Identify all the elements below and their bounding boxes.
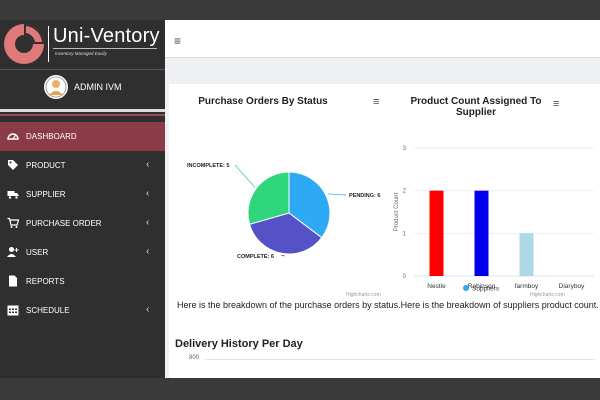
tag-icon [8,160,18,170]
y-tick-label: 0 [403,274,407,280]
x-tick-label: Diaryboy [559,283,585,290]
delivery-history-card: Delivery History Per Day 800 [169,334,600,378]
pie-data-label: PENDING: 6 [349,193,380,199]
sidebar-item-label: PURCHASE ORDER [26,219,102,228]
sidebar-item-product[interactable]: PRODUCT ‹ [0,151,165,180]
window-bottom-bar [0,378,600,400]
pie-data-label: COMPLETE: 6 [237,254,274,260]
charts-caption: Here is the breakdown of the purchase or… [177,300,599,310]
y-tick-label: 800 [189,355,200,361]
hamburger-icon[interactable]: ≡ [174,34,181,48]
legend-label[interactable]: Suppliers [472,286,500,293]
brand: Uni-Ventory Inventory Managed Easily [0,20,165,68]
x-tick-label: farmboy [515,283,539,290]
pie-connector [327,193,347,196]
chevron-left-icon: ‹ [146,246,150,257]
y-tick-label: 1 [403,231,407,237]
user-name[interactable]: ADMIN IVM [74,82,122,92]
gridline [205,359,595,360]
bar-chart: 0123Product CountNestle Robinson farmboy Di… [394,146,594,293]
bar-robinson[interactable] [474,190,489,276]
chevron-left-icon: ‹ [146,217,150,228]
logo-icon [4,24,44,64]
sidebar-item-schedule[interactable]: SCHEDULE ‹ [0,296,165,325]
main-content: ≡ Purchase Orders By Status ≡ PENDING: 6… [165,20,600,378]
cart-icon [7,217,19,228]
avatar-icon [44,75,68,99]
pie-connector [234,164,255,188]
truck-icon [7,191,19,199]
sidebar-item-label: PRODUCT [26,161,66,170]
chart-credits[interactable]: Highcharts.com [530,292,565,298]
brand-divider [48,26,49,62]
app-name: Uni-Ventory [53,25,160,47]
y-tick-label: 2 [403,189,407,195]
chevron-left-icon: ‹ [146,188,150,199]
chevron-left-icon: ‹ [146,304,150,315]
sidebar-nav: DASHBOARD PRODUCT ‹ SUPPLIER ‹ PURCHASE … [0,122,165,325]
divider [0,114,165,116]
top-header: ≡ [165,20,600,58]
delivery-title: Delivery History Per Day [175,338,303,350]
calendar-icon [7,305,19,316]
app-tagline: Inventory Managed Easily [55,51,107,56]
sidebar-item-dashboard[interactable]: DASHBOARD [0,122,165,151]
pie-chart: PENDING: 6 COMPLETE: 6 INCOMPLETE: 5 [187,163,380,260]
sidebar-item-label: SCHEDULE [26,306,70,315]
brand-rule [53,48,157,49]
y-axis-label: Product Count [394,192,400,231]
chart-credits[interactable]: Highcharts.com [346,292,381,298]
sidebar-item-label: SUPPLIER [26,190,66,199]
file-icon [9,275,17,287]
user-plus-icon [7,247,19,257]
sidebar-item-reports[interactable]: REPORTS [0,267,165,296]
window-top-bar [0,0,600,20]
sidebar: Uni-Ventory Inventory Managed Easily ADM… [0,20,165,378]
legend-marker[interactable] [463,285,469,291]
y-tick-label: 3 [403,146,407,152]
user-panel: ADMIN IVM [0,69,165,107]
pie-connector [281,254,286,257]
x-tick-label: Nestle [427,283,446,290]
chevron-left-icon: ‹ [146,159,150,170]
sidebar-item-user[interactable]: USER ‹ [0,238,165,267]
pie-data-label: INCOMPLETE: 5 [187,163,229,169]
bar-nestle[interactable] [429,190,444,276]
dashboard-icon [7,133,19,140]
avatar[interactable] [44,75,68,99]
divider [0,109,165,112]
bar-farmboy[interactable] [519,233,534,276]
sidebar-item-purchase-order[interactable]: PURCHASE ORDER ‹ [0,209,165,238]
sidebar-item-supplier[interactable]: SUPPLIER ‹ [0,180,165,209]
sidebar-item-label: REPORTS [26,277,65,286]
sidebar-item-label: DASHBOARD [26,132,77,141]
sidebar-item-label: USER [26,248,49,257]
